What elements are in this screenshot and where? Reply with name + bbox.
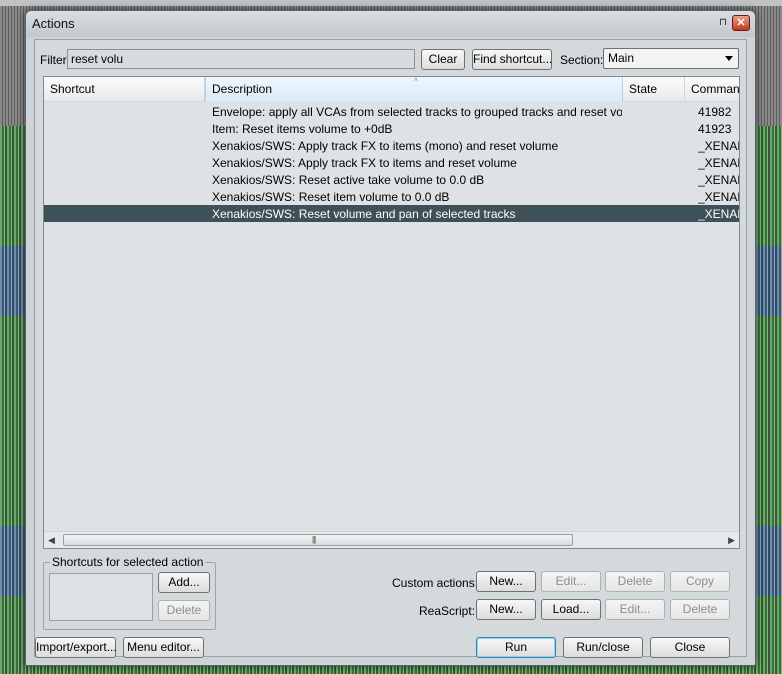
row-command-id: _XENAK [698,207,739,221]
column-header-description[interactable]: ^ Description [205,77,623,102]
row-description: Xenakios/SWS: Apply track FX to items an… [212,156,517,170]
row-description: Xenakios/SWS: Reset active take volume t… [212,173,485,187]
run-button[interactable]: Run [476,637,556,658]
title-bar[interactable]: Actions ⊓ ✕ [26,11,755,37]
row-command-id: 41923 [698,122,732,136]
pin-icon[interactable]: ⊓ [717,17,729,29]
table-row-selected[interactable]: Xenakios/SWS: Reset volume and pan of se… [44,205,739,222]
actions-panel: Filter: Clear Find shortcut... Section: … [34,39,747,658]
row-command-id: _XENAK [698,139,739,153]
scroll-left-icon[interactable]: ◀ [48,535,55,546]
horizontal-scrollbar[interactable]: ◀ ||| ▶ [44,531,739,548]
custom-action-edit-button[interactable]: Edit... [541,571,601,592]
row-description: Item: Reset items volume to +0dB [212,122,393,136]
custom-action-delete-button[interactable]: Delete [605,571,665,592]
clear-button[interactable]: Clear [421,49,465,70]
scrollbar-thumb[interactable]: ||| [63,534,573,546]
reascript-label: ReaScript: [419,604,476,618]
column-header-shortcut[interactable]: Shortcut [44,77,205,102]
custom-actions-label: Custom actions: [392,576,479,590]
row-description: Xenakios/SWS: Reset item volume to 0.0 d… [212,190,450,204]
add-shortcut-button[interactable]: Add... [158,572,210,593]
scrollbar-grip-icon: ||| [312,535,316,544]
delete-shortcut-button[interactable]: Delete [158,600,210,621]
table-row[interactable]: Xenakios/SWS: Apply track FX to items an… [44,154,739,171]
table-row[interactable]: Xenakios/SWS: Reset active take volume t… [44,171,739,188]
scroll-right-icon[interactable]: ▶ [728,535,735,546]
run-close-button[interactable]: Run/close [563,637,643,658]
row-description: Xenakios/SWS: Reset volume and pan of se… [212,207,516,221]
actions-window: Actions ⊓ ✕ Filter: Clear Find shortcut.… [25,10,756,666]
column-header-state[interactable]: State [623,77,685,102]
row-description: Xenakios/SWS: Apply track FX to items (m… [212,139,559,153]
list-rows: Envelope: apply all VCAs from selected t… [44,103,739,222]
chevron-down-icon [725,56,733,61]
custom-action-new-button[interactable]: New... [476,571,536,592]
action-list[interactable]: Shortcut ^ Description State Command Env… [43,76,740,549]
sort-ascending-icon: ^ [414,77,418,86]
section-select[interactable]: Main [603,48,739,69]
column-header-command[interactable]: Command [685,77,739,102]
import-export-button[interactable]: Import/export... [35,637,117,658]
list-header: Shortcut ^ Description State Command [44,77,739,102]
reascript-edit-button[interactable]: Edit... [605,599,665,620]
row-command-id: _XENAK [698,156,739,170]
filter-label: Filter: [40,53,70,67]
shortcuts-list[interactable] [49,573,153,621]
find-shortcut-button[interactable]: Find shortcut... [472,49,552,70]
close-window-icon[interactable]: ✕ [732,15,750,31]
table-row[interactable]: Xenakios/SWS: Reset item volume to 0.0 d… [44,188,739,205]
row-command-id: _XENAK [698,173,739,187]
table-row[interactable]: Item: Reset items volume to +0dB 41923 [44,120,739,137]
row-description: Envelope: apply all VCAs from selected t… [212,105,622,119]
custom-action-copy-button[interactable]: Copy [670,571,730,592]
reascript-new-button[interactable]: New... [476,599,536,620]
table-row[interactable]: Envelope: apply all VCAs from selected t… [44,103,739,120]
section-value: Main [608,51,635,65]
shortcuts-group: Shortcuts for selected action Add... Del… [43,555,216,630]
menu-editor-button[interactable]: Menu editor... [123,637,204,658]
shortcuts-group-title: Shortcuts for selected action [50,555,206,569]
reascript-delete-button[interactable]: Delete [670,599,730,620]
row-command-id: _XENAK [698,190,739,204]
section-label: Section: [560,53,604,67]
reascript-load-button[interactable]: Load... [541,599,601,620]
filter-input[interactable] [67,49,415,69]
row-command-id: 41982 [698,105,732,119]
column-header-description-label: Description [212,82,273,96]
close-button[interactable]: Close [650,637,730,658]
table-row[interactable]: Xenakios/SWS: Apply track FX to items (m… [44,137,739,154]
window-title: Actions [32,16,75,31]
